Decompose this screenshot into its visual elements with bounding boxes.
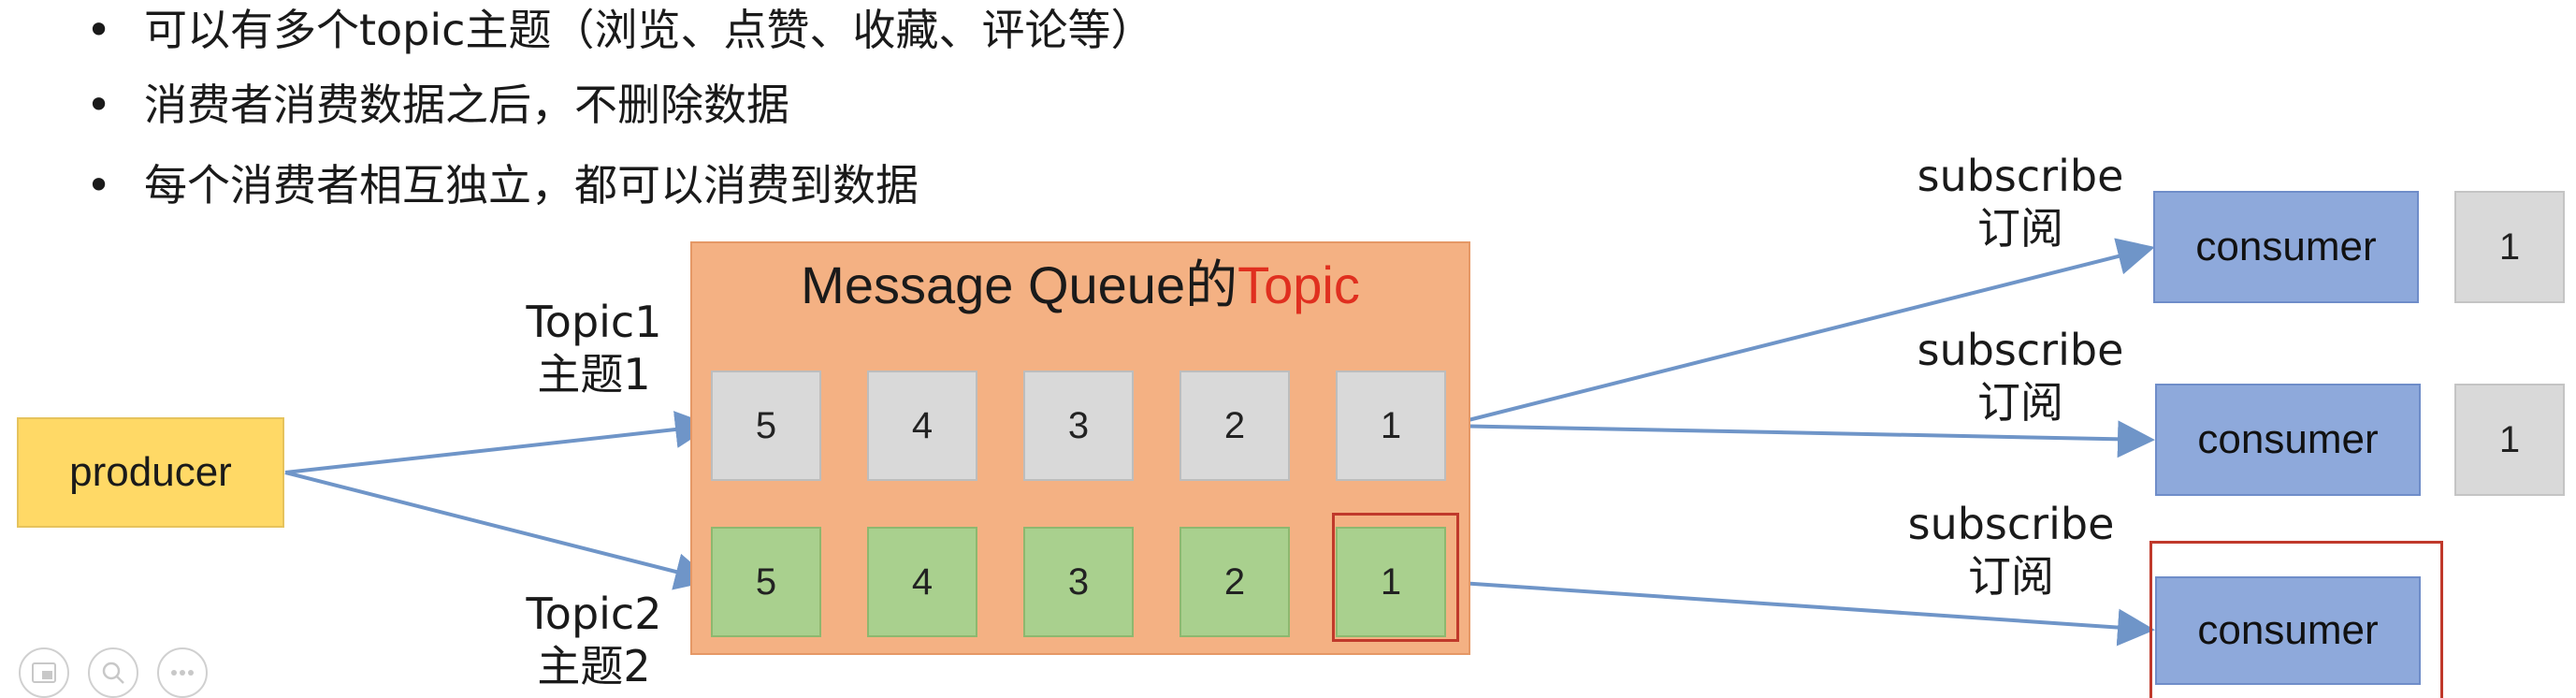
subscribe-label-line1: subscribe: [1917, 325, 2124, 375]
more-icon[interactable]: [157, 647, 208, 698]
subscribe-label-line2: 订阅: [1977, 203, 2063, 254]
topic1-cell: 5: [711, 371, 821, 481]
subscribe-label-line1: subscribe: [1907, 499, 2115, 549]
consumer-box-2: consumer: [2155, 384, 2421, 496]
arrow-producer-topic1: [284, 411, 713, 474]
topic1-label-line2: 主题1: [537, 349, 651, 400]
consumer-label: consumer: [2197, 416, 2379, 462]
consumed-value-box-2: 1: [2454, 384, 2565, 496]
subscribe-label-line2: 订阅: [1977, 377, 2063, 428]
queue-title-highlight: Topic: [1237, 255, 1360, 314]
topic2-cell: 3: [1023, 527, 1134, 637]
pip-icon[interactable]: [19, 647, 69, 698]
consumer-box-1: consumer: [2153, 191, 2419, 303]
consumed-value-box-1: 1: [2454, 191, 2565, 303]
topic1-cell: 1: [1336, 371, 1446, 481]
topic1-label-line1: Topic1: [526, 297, 662, 347]
subscribe-label-1: subscribe 订阅: [1899, 150, 2142, 254]
subscribe-label-line1: subscribe: [1917, 151, 2124, 201]
subscribe-label-line2: 订阅: [1968, 551, 2054, 602]
consumer-label: consumer: [2195, 224, 2377, 269]
subscribe-label-3: subscribe 订阅: [1889, 498, 2133, 603]
consumed-value: 1: [2498, 418, 2521, 460]
zoom-icon[interactable]: [88, 647, 138, 698]
arrow-producer-topic2: [284, 471, 713, 590]
topic1-cell: 4: [867, 371, 977, 481]
consumed-value: 1: [2498, 225, 2521, 268]
topic2-label-line1: Topic2: [526, 589, 662, 639]
producer-box: producer: [17, 417, 284, 528]
topic1-cell: 2: [1179, 371, 1290, 481]
topic1-label: Topic1 主题1: [514, 296, 673, 400]
topic2-cell: 4: [867, 527, 977, 637]
topic2-cell: 5: [711, 527, 821, 637]
topic2-label: Topic2 主题2: [514, 588, 673, 692]
queue-title: Message Queue的Topic: [690, 253, 1470, 318]
producer-label: producer: [69, 449, 232, 495]
subscribe-label-2: subscribe 订阅: [1899, 324, 2142, 429]
highlight-frame-consumer-3: [2149, 541, 2443, 698]
highlight-frame-topic2-cell: [1332, 513, 1459, 642]
topic1-cell: 3: [1023, 371, 1134, 481]
queue-title-prefix: Message Queue的: [801, 255, 1238, 314]
topic2-cell: 2: [1179, 527, 1290, 637]
topic2-label-line2: 主题2: [537, 641, 651, 691]
